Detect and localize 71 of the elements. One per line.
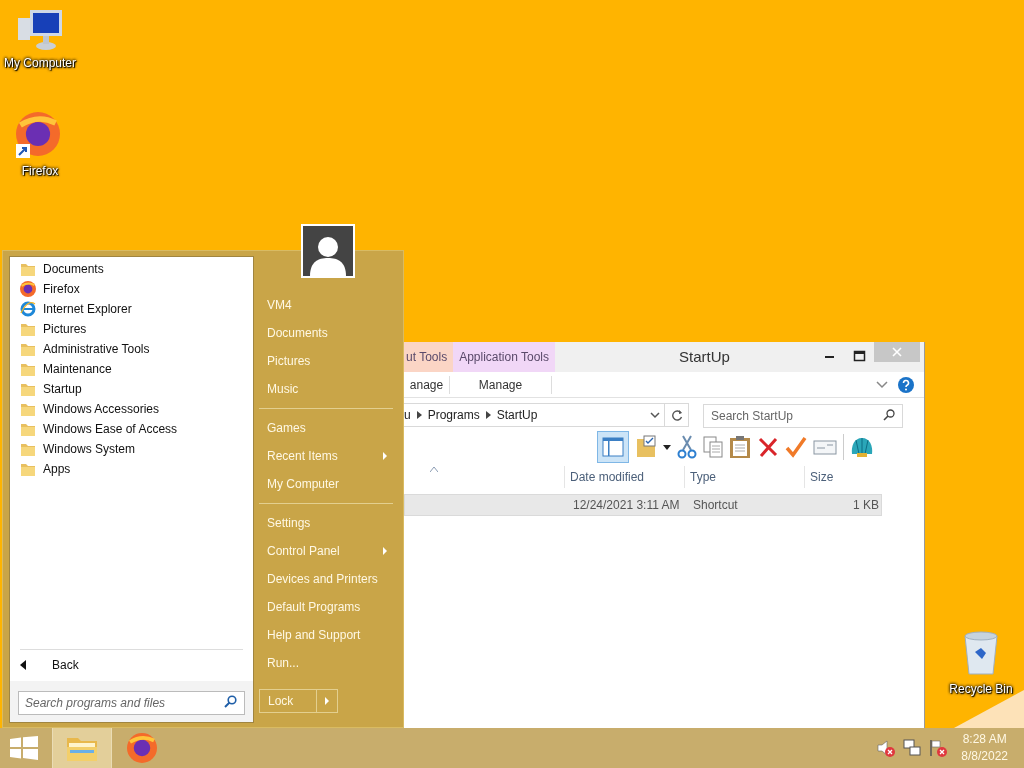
- type-cell-text: Shortcut: [693, 497, 739, 514]
- refresh-button[interactable]: [665, 403, 689, 427]
- back-arrow-icon: [20, 660, 26, 670]
- firefox-icon: [20, 281, 36, 297]
- program-item[interactable]: Firefox: [20, 279, 253, 299]
- folder-icon: [20, 401, 36, 417]
- clipboard-icon[interactable]: [729, 435, 751, 459]
- size-cell-text: 1 KB: [852, 497, 879, 514]
- network-icon: [903, 739, 922, 757]
- caret-right-icon: [325, 697, 329, 705]
- breadcrumb[interactable]: StartUp: [496, 406, 538, 424]
- date-cell-text: 12/24/2021 3:11 AM: [573, 497, 681, 514]
- program-item[interactable]: Pictures: [20, 319, 253, 339]
- speaker-muted-icon: [877, 739, 896, 757]
- checkmark-icon[interactable]: [785, 436, 807, 458]
- folder-icon: [20, 341, 36, 357]
- submenu-arrow-icon: [383, 547, 387, 555]
- folder-icon: [20, 421, 36, 437]
- program-item[interactable]: Administrative Tools: [20, 339, 253, 359]
- program-item[interactable]: Internet Explorer: [20, 299, 253, 319]
- breadcrumb[interactable]: Programs: [427, 406, 480, 424]
- folder-check-icon[interactable]: [635, 435, 657, 459]
- folder-icon: [20, 461, 36, 477]
- recycle-bin-icon: [961, 630, 1001, 678]
- breadcrumb[interactable]: u: [404, 406, 411, 424]
- program-item[interactable]: Maintenance: [20, 359, 253, 379]
- file-row[interactable]: 12/24/2021 3:11 AM Shortcut 1 KB: [404, 494, 882, 516]
- program-item[interactable]: Documents: [20, 259, 253, 279]
- program-item[interactable]: Apps: [20, 459, 253, 479]
- taskbar-button[interactable]: [52, 728, 112, 768]
- copy-icon[interactable]: [703, 435, 723, 459]
- firefox-icon: [127, 733, 157, 763]
- context-tab[interactable]: ut Tools: [404, 342, 454, 372]
- column-header[interactable]: Size: [804, 466, 881, 488]
- globe-e-icon: [20, 301, 36, 317]
- search-field[interactable]: Search programs and files: [18, 690, 245, 715]
- context-tab[interactable]: Application Tools: [453, 342, 555, 372]
- chevron-down-icon[interactable]: [876, 380, 888, 389]
- search-icon: [224, 694, 237, 708]
- refresh-icon: [670, 409, 683, 421]
- caret-down-icon[interactable]: [663, 444, 671, 450]
- submenu-arrow-icon: [383, 452, 387, 460]
- search-icon: [883, 409, 895, 421]
- folder-icon: [20, 361, 36, 377]
- column-header[interactable]: Type: [684, 466, 804, 488]
- folder-icon: [20, 381, 36, 397]
- caret-right-icon: [416, 411, 422, 419]
- preview-pane-icon[interactable]: [597, 431, 629, 463]
- scissors-icon[interactable]: [677, 435, 697, 459]
- program-item[interactable]: Startup: [20, 379, 253, 399]
- program-item[interactable]: Windows Ease of Access: [20, 419, 253, 439]
- caret-right-icon: [485, 411, 491, 419]
- delete-icon[interactable]: [757, 436, 779, 458]
- folder-icon: [20, 261, 36, 277]
- close-icon: [892, 347, 902, 357]
- back-button[interactable]: Back: [10, 653, 253, 677]
- windows-logo-icon: [10, 736, 38, 760]
- ribbon-tab[interactable]: Manage: [450, 375, 552, 394]
- computer-icon: [16, 8, 64, 52]
- shell-icon[interactable]: [850, 436, 874, 458]
- address-bar[interactable]: u Programs StartUp: [404, 403, 665, 427]
- search-field[interactable]: Search StartUp: [703, 404, 903, 428]
- column-header[interactable]: Date modified: [564, 466, 684, 488]
- program-item[interactable]: Windows Accessories: [20, 399, 253, 419]
- help-icon[interactable]: [898, 376, 914, 393]
- folder-icon: [20, 441, 36, 457]
- chevron-down-icon[interactable]: [650, 411, 660, 419]
- program-item[interactable]: Windows System: [20, 439, 253, 459]
- flag-error-icon: [929, 739, 948, 757]
- folder-icon: [20, 321, 36, 337]
- window-title: StartUp: [679, 346, 730, 367]
